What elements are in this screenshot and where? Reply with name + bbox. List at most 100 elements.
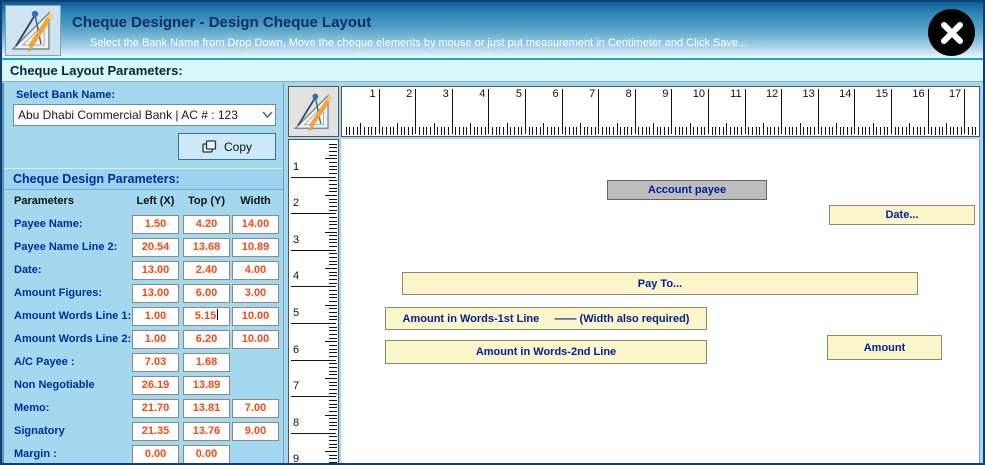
param-row: Payee Name Line 2: 20.54 13.68 10.89	[4, 238, 283, 257]
ruler-tick	[535, 127, 537, 135]
ruler-tick	[967, 127, 969, 135]
cheque-element-date[interactable]: Date...	[829, 205, 975, 225]
ruler-tick	[605, 127, 607, 135]
param-input-left[interactable]: 1.00	[132, 307, 179, 326]
param-input-top[interactable]: 2.40	[183, 261, 230, 280]
ruler-tick	[329, 312, 337, 314]
param-input-top[interactable]: 13.76	[183, 422, 230, 441]
ruler-tick	[329, 246, 337, 248]
ruler-tick	[755, 127, 757, 135]
param-input-top[interactable]: 1.68	[183, 353, 230, 372]
ruler-tick	[329, 421, 337, 423]
ruler-tick	[609, 127, 611, 135]
param-input-left[interactable]: 7.03	[132, 353, 179, 372]
ruler-tick	[697, 127, 699, 135]
ruler-tick	[325, 451, 337, 453]
ruler-tick	[329, 418, 337, 420]
ruler-tick	[291, 213, 336, 215]
ruler-tick	[495, 127, 497, 135]
ruler-tick	[770, 127, 772, 135]
cheque-element-pay-to[interactable]: Pay To...	[402, 272, 918, 295]
ruler-tick	[927, 89, 929, 134]
param-input-top[interactable]: 13.89	[183, 376, 230, 395]
param-input-width[interactable]: 7.00	[232, 399, 279, 418]
ruler-tick	[466, 127, 468, 135]
close-icon	[940, 21, 963, 44]
ruler-tick	[329, 326, 337, 328]
ruler-tick	[916, 127, 918, 135]
ruler-tick	[329, 271, 337, 273]
param-input-left[interactable]: 26.19	[132, 376, 179, 395]
param-table: Parameters Left (X) Top (Y) Width Payee …	[4, 83, 283, 463]
ruler-number: 12	[765, 88, 779, 100]
ruler-tick	[799, 123, 801, 135]
param-input-left[interactable]: 13.00	[132, 284, 179, 303]
param-input-top[interactable]: 0.00	[183, 445, 230, 463]
ruler-tick	[291, 249, 336, 251]
param-row: Date: 13.00 2.40 4.00	[4, 261, 283, 280]
cheque-element-amount-words-line-1[interactable]: Amount in Words-1st Line —— (Width also …	[385, 307, 707, 330]
ruler-tick	[891, 89, 892, 134]
param-input-top[interactable]: 13.81	[183, 399, 230, 418]
ruler-tick	[880, 127, 882, 135]
ruler-tick	[459, 127, 461, 135]
param-input-top[interactable]: 5.15	[183, 307, 230, 326]
param-input-top[interactable]: 4.20	[183, 215, 230, 234]
ruler-tick	[329, 308, 337, 310]
ruler-number: 4	[479, 88, 486, 100]
column-header-left-x: Left (X)	[136, 195, 175, 207]
ruler-tick	[329, 440, 337, 442]
param-input-width[interactable]: 3.00	[232, 284, 279, 303]
ruler-tick	[598, 89, 600, 134]
close-button[interactable]	[928, 9, 975, 56]
ruler-tick	[543, 123, 545, 135]
ruler-tick	[329, 333, 337, 335]
param-input-width[interactable]: 9.00	[232, 422, 279, 441]
param-input-left[interactable]: 21.70	[132, 399, 179, 418]
param-label: A/C Payee :	[14, 356, 75, 368]
param-input-width[interactable]: 10.00	[232, 307, 279, 326]
ruler-tick	[440, 127, 442, 135]
param-input-left[interactable]: 1.00	[132, 330, 179, 349]
param-input-left[interactable]: 0.00	[132, 445, 179, 463]
param-input-top[interactable]: 13.68	[183, 238, 230, 257]
param-input-width[interactable]: 14.00	[232, 215, 279, 234]
ruler-tick	[825, 127, 827, 135]
param-input-width[interactable]: 4.00	[232, 261, 279, 280]
ruler-tick	[817, 89, 819, 134]
ruler-tick	[329, 161, 337, 163]
param-input-top[interactable]: 6.00	[183, 284, 230, 303]
ruler-tick	[964, 89, 966, 134]
ruler-tick	[329, 425, 337, 427]
ruler-tick	[329, 447, 337, 449]
ruler-tick	[821, 127, 823, 135]
cheque-element-amount-words-line-2[interactable]: Amount in Words-2nd Line	[385, 340, 707, 364]
ruler-tick	[329, 224, 337, 226]
param-input-width[interactable]: 10.89	[232, 238, 279, 257]
cheque-element-amount[interactable]: Amount	[827, 335, 942, 360]
ruler-tick	[525, 89, 526, 134]
param-label: Margin :	[14, 448, 57, 460]
param-input-top[interactable]: 6.20	[183, 330, 230, 349]
param-input-left[interactable]: 21.35	[132, 422, 179, 441]
param-input-left[interactable]: 13.00	[132, 261, 179, 280]
ruler-tick	[587, 127, 589, 135]
ruler-tick	[329, 348, 337, 350]
ruler-tick	[329, 216, 337, 218]
param-input-left[interactable]: 20.54	[132, 238, 179, 257]
ruler-tick	[784, 127, 786, 135]
ruler-tick	[325, 268, 337, 270]
param-row: Amount Figures: 13.00 6.00 3.00	[4, 284, 283, 303]
ruler-tick	[638, 127, 640, 135]
ruler-tick	[700, 127, 702, 135]
ruler-tick	[521, 127, 523, 135]
param-input-width[interactable]: 10.00	[232, 330, 279, 349]
ruler-tick	[557, 127, 559, 135]
ruler-tick	[329, 209, 337, 211]
ruler-tick	[329, 172, 337, 174]
param-input-left[interactable]: 1.50	[132, 215, 179, 234]
cheque-element-account-payee[interactable]: Account payee	[607, 180, 767, 200]
ruler-tick	[329, 381, 337, 383]
ruler-tick	[329, 180, 337, 182]
ruler-tick	[887, 127, 889, 135]
